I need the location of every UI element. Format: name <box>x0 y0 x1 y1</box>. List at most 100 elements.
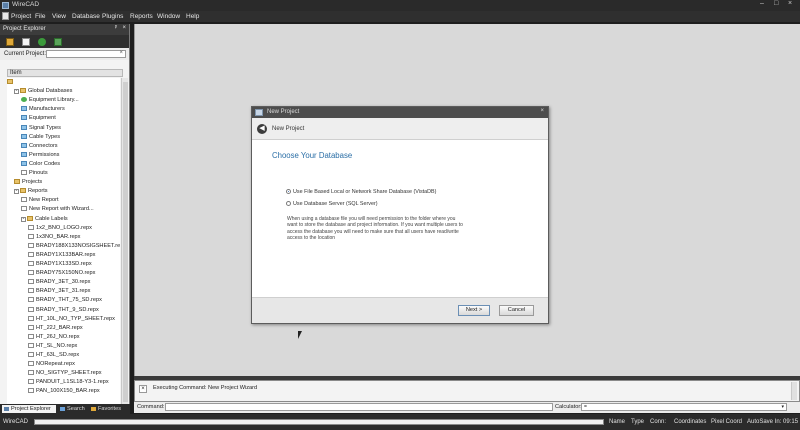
tree-item[interactable]: New Report <box>21 196 59 205</box>
tree-item[interactable]: BRADY_3ET_31.repx <box>28 287 90 296</box>
tree-item[interactable]: HT_22J_BAR.repx <box>28 324 83 333</box>
tree-column-header[interactable]: Item <box>7 69 123 77</box>
tree-item[interactable]: Connectors <box>21 142 58 151</box>
cancel-button[interactable]: Cancel <box>499 305 534 316</box>
tree-item[interactable]: BRADY_3ET_30.repx <box>28 278 90 287</box>
clear-icon[interactable]: × <box>119 50 123 56</box>
tree-item[interactable]: NO_SIGTYP_SHEET.repx <box>28 369 102 378</box>
tree-item[interactable]: BRADY188X133NOSIGSHEET.repx <box>28 242 120 251</box>
tree-item[interactable]: PAN_100X150_BAR.repx <box>28 387 100 396</box>
next-button[interactable]: Next > <box>458 305 490 316</box>
tab-search-label: Search <box>67 406 85 412</box>
new-document-icon[interactable] <box>22 38 30 46</box>
open-folder-icon[interactable] <box>6 38 14 46</box>
tree-item[interactable]: HT_26J_NO.repx <box>28 333 80 342</box>
menu-file[interactable]: File <box>35 13 45 20</box>
tree-item[interactable]: Pinouts <box>21 169 48 178</box>
tree-item[interactable]: HT_10L_NO_TYP_SHEET.repx <box>28 315 115 324</box>
menu-window[interactable]: Window <box>157 13 180 20</box>
refresh-icon[interactable] <box>38 38 46 46</box>
tree-item[interactable]: HT_SL_NO.repx <box>28 342 77 351</box>
tree-item[interactable] <box>7 78 15 87</box>
tree-item-label: Signal Types <box>29 124 61 131</box>
folder-icon <box>7 79 13 84</box>
radio-sql-server[interactable] <box>286 201 291 206</box>
tree-item[interactable]: Cable Types <box>21 133 60 142</box>
tree-item[interactable]: 1x2_BNO_LOGO.repx <box>28 224 92 233</box>
menu-plugins[interactable]: Plugins <box>102 13 123 20</box>
tree-item[interactable]: Signal Types <box>21 124 61 133</box>
tab-favorites[interactable]: Favorites <box>89 405 129 413</box>
menu-database[interactable]: Database <box>72 13 100 20</box>
tree-item[interactable]: PANDUIT_L1SL18-Y3-1.repx <box>28 378 109 387</box>
tree-item-label: NO_SIGTYP_SHEET.repx <box>36 370 102 377</box>
tree-vertical-scrollbar[interactable] <box>121 78 128 408</box>
option-sql-server[interactable]: Use Database Server (SQL Server) <box>286 201 378 207</box>
tree-item[interactable]: BRADY_THT_75_SD.repx <box>28 296 102 305</box>
tree-item[interactable]: - Reports <box>14 187 48 196</box>
tree-item[interactable]: Equipment Library... <box>21 96 79 105</box>
tree-item-label: BRADY75X150NO.repx <box>36 270 96 277</box>
tree-item-label: New Report <box>29 197 59 204</box>
project-menu-icon[interactable] <box>2 12 9 20</box>
tree-item[interactable]: - Cable Labels <box>21 215 68 224</box>
menu-reports[interactable]: Reports <box>130 13 153 20</box>
pin-icon[interactable]: ᵖ <box>115 25 117 31</box>
close-icon[interactable]: × <box>122 25 126 31</box>
doc-icon <box>21 170 27 175</box>
tree-item[interactable]: Manufacturers <box>21 105 65 114</box>
project-tree[interactable]: - Global Databases Equipment Library... Man… <box>7 78 120 408</box>
back-arrow-icon[interactable]: ◀ <box>257 124 267 134</box>
menu-help[interactable]: Help <box>186 13 199 20</box>
status-progress-bar <box>34 419 604 425</box>
expand-toggle-icon[interactable]: - <box>21 216 26 222</box>
tree-item[interactable]: 1x3NO_BAR.repx <box>28 233 80 242</box>
tree-item[interactable]: BRADY_THT_9_SD.repx <box>28 306 99 315</box>
add-icon[interactable] <box>54 38 62 46</box>
command-input[interactable] <box>165 403 553 411</box>
tree-item[interactable]: New Report with Wizard... <box>21 205 94 214</box>
db-icon <box>21 124 27 130</box>
tab-project-explorer[interactable]: Project Explorer <box>2 405 56 413</box>
tree-item-label: BRADY_THT_75_SD.repx <box>36 297 102 304</box>
tree-item[interactable]: Color Codes <box>21 160 60 169</box>
search-icon <box>60 407 65 411</box>
chevron-down-icon[interactable]: ▾ <box>781 404 784 410</box>
option-file-database[interactable]: Use File Based Local or Network Share Da… <box>286 189 436 195</box>
tree-item[interactable]: BRADY1X133SD.repx <box>28 260 92 269</box>
tree-item[interactable]: BRADY75X150NO.repx <box>28 269 95 278</box>
menu-view[interactable]: View <box>52 13 66 20</box>
radio-file-database[interactable] <box>286 189 291 194</box>
tree-item[interactable]: - Global Databases <box>14 87 72 96</box>
tab-favorites-label: Favorites <box>98 406 122 412</box>
dialog-close-button[interactable]: × <box>540 108 544 114</box>
tree-item[interactable]: Projects <box>14 178 42 187</box>
doc-icon <box>28 379 34 385</box>
close-window-button[interactable]: × <box>788 0 792 7</box>
calculator-value: = <box>584 404 587 410</box>
dialog-title-bar[interactable]: New Project × <box>252 107 548 118</box>
expand-toggle-icon[interactable]: - <box>14 89 19 95</box>
maximize-button[interactable]: □ <box>774 0 778 7</box>
tree-item[interactable]: Permissions <box>21 151 59 160</box>
scrollbar-thumb[interactable] <box>123 82 128 402</box>
doc-icon <box>28 352 34 357</box>
tree-item[interactable]: Equipment <box>21 114 56 123</box>
console-scrollbar[interactable] <box>791 382 797 400</box>
output-console: × Executing Command: New Project Wizard <box>134 380 800 402</box>
minimize-button[interactable]: – <box>760 0 764 7</box>
tree-item-label: BRADY1X133BAR.repx <box>36 251 96 258</box>
console-close-button[interactable]: × <box>139 385 147 393</box>
db-icon <box>21 151 27 157</box>
command-bar: Command: Calculator: = ▾ <box>134 402 800 413</box>
tree-item-label: Permissions <box>29 151 60 158</box>
current-project-combo[interactable]: × <box>46 50 126 58</box>
expand-toggle-icon[interactable]: - <box>14 189 19 195</box>
tree-item[interactable]: HT_63L_SD.repx <box>28 351 79 360</box>
doc-icon <box>28 324 34 330</box>
tab-search[interactable]: Search <box>58 405 88 413</box>
menu-project[interactable]: Project <box>11 13 31 20</box>
calculator-input[interactable]: = ▾ <box>581 403 787 411</box>
tree-item[interactable]: BRADY1X133BAR.repx <box>28 251 95 260</box>
tree-item[interactable]: NORepeat.repx <box>28 360 75 369</box>
